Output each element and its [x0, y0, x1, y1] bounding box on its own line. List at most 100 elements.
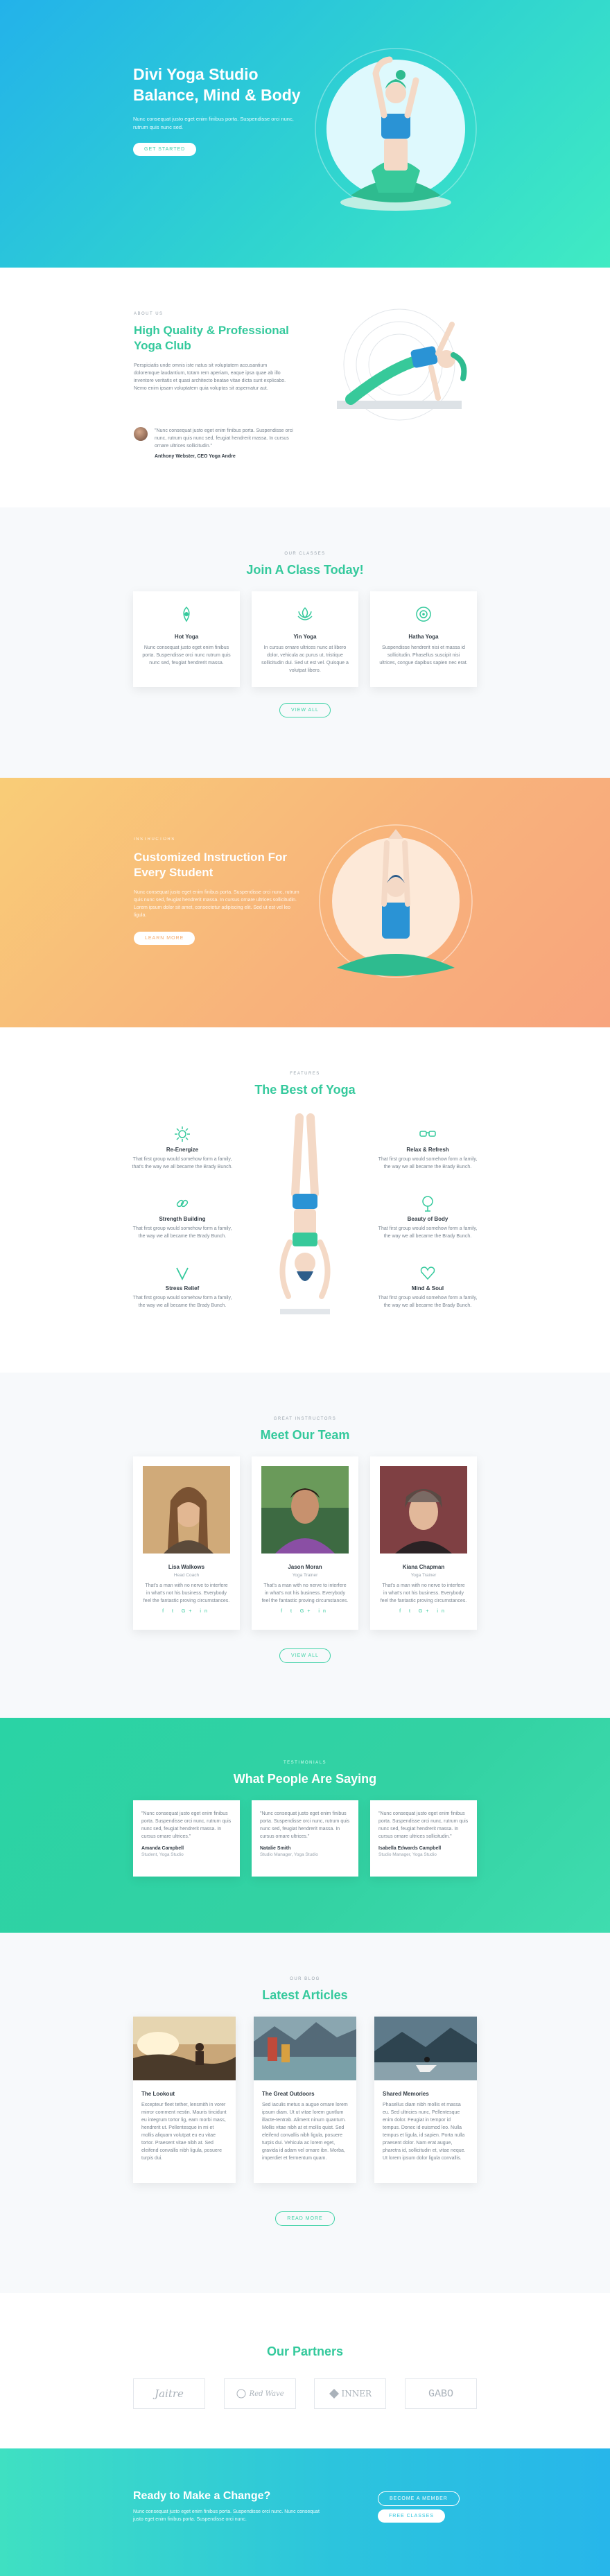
about-text: About Us High Quality & Professional Yog…	[134, 312, 293, 392]
testimonial-cards: "Nunc consequat justo eget enim finibus …	[133, 1800, 477, 1877]
class-card[interactable]: Hatha Yoga Suspendisse hendrerit nisi et…	[370, 591, 477, 687]
free-classes-button[interactable]: Free Classes	[378, 2509, 445, 2523]
team-title: Meet Our Team	[260, 1428, 350, 1442]
team-member-card[interactable]: Kiana Chapman Yoga Trainer That's a man …	[370, 1456, 477, 1630]
hand-lotus-icon	[183, 606, 190, 623]
social-icons[interactable]: f t G+ in	[380, 1609, 467, 1614]
feature-title: Strength Building	[159, 1216, 206, 1222]
cta-title: Ready to Make a Change?	[133, 2490, 271, 2502]
feature-text: That first group would somehow form a fa…	[132, 1157, 233, 1169]
get-started-button[interactable]: Get Started	[133, 143, 197, 156]
testimonial-text: "Nunc consequat justo eget enim finibus …	[141, 1811, 232, 1839]
testimonial-card: "Nunc consequat justo eget enim finibus …	[370, 1800, 477, 1877]
instruction-text: Instructors Customized Instruction For E…	[134, 837, 300, 945]
article-title: The Great Outdoors	[262, 2091, 315, 2097]
member-photo	[261, 1466, 349, 1554]
glasses-icon	[419, 1131, 436, 1137]
class-title: Yin Yoga	[293, 634, 317, 640]
article-title: Shared Memories	[383, 2091, 429, 2097]
read-more-button[interactable]: Read More	[275, 2211, 335, 2226]
social-icons[interactable]: f t G+ in	[143, 1609, 230, 1614]
features-eyebrow: Features	[290, 1072, 320, 1076]
partners-title: Our Partners	[266, 2344, 344, 2358]
class-title: Hatha Yoga	[408, 634, 439, 640]
team-member-card[interactable]: Jason Moran Yoga Trainer That's a man wi…	[252, 1456, 358, 1630]
quote-author: Anthony Webster, CEO Yoga Andre	[155, 454, 236, 459]
class-text: In cursus ornare ultrices nunc at libero…	[261, 645, 349, 673]
member-role: Yoga Trainer	[410, 1573, 437, 1578]
view-all-team-button[interactable]: View All	[279, 1648, 331, 1663]
sun-icon	[175, 1126, 190, 1142]
hero-title-line1: Divi Yoga Studio	[133, 65, 259, 83]
testimonial-card: "Nunc consequat justo eget enim finibus …	[133, 1800, 240, 1877]
lotus-pose-illustration	[319, 824, 473, 978]
article-image	[254, 2017, 356, 2080]
testimonials-title: What People Are Saying	[233, 1772, 377, 1786]
instruction-section: Instructors Customized Instruction For E…	[0, 778, 610, 1027]
side-plank-illustration	[337, 308, 467, 421]
member-bio: That's a man with no nerve to interfere …	[143, 1583, 230, 1603]
feature-text: That first group would somehow form a fa…	[378, 1226, 478, 1239]
about-title: High Quality & Professional Yoga Club	[134, 324, 289, 352]
member-role: Yoga Trainer	[292, 1573, 318, 1578]
class-text: Suspendisse hendrerit nisi et massa id s…	[379, 645, 468, 665]
instruction-eyebrow: Instructors	[134, 837, 175, 842]
learn-more-button[interactable]: Learn More	[134, 932, 195, 945]
member-name: Kiana Chapman	[402, 1564, 445, 1570]
om-circle-icon	[416, 607, 431, 622]
quote-text: "Nunc consequat justo eget enim finibus …	[155, 428, 293, 449]
member-bio: That's a man with no nerve to interfere …	[380, 1583, 467, 1603]
feature-item: Relax & Refresh That first group would s…	[376, 1126, 480, 1171]
article-card[interactable]: The Great Outdoors Sed iaculis metus a a…	[254, 2017, 356, 2183]
feature-text: That first group would somehow form a fa…	[132, 1296, 232, 1308]
hero-description: Nunc consequat justo eget enim finibus p…	[133, 116, 294, 130]
view-all-classes-button[interactable]: View All	[279, 703, 331, 717]
articles-title: Latest Articles	[262, 1988, 348, 2002]
member-name: Jason Moran	[288, 1564, 322, 1570]
member-photo	[143, 1466, 230, 1554]
social-icons[interactable]: f t G+ in	[261, 1609, 349, 1614]
article-card[interactable]: Shared Memories Phasellus diam nibh moll…	[374, 2017, 477, 2183]
partner-logos: Jaitre Red Wave INNER GABO	[133, 2378, 477, 2409]
team-eyebrow: Great Instructors	[273, 1417, 337, 1421]
features-section: Features The Best of Yoga Re-Energize Th…	[0, 1027, 610, 1373]
hero-text: Divi Yoga Studio Balance, Mind & Body Nu…	[133, 64, 306, 156]
feature-text: That first group would somehow form a fa…	[132, 1226, 232, 1239]
feature-item: Beauty of Body That first group would so…	[376, 1195, 480, 1240]
testimonial-role: Studio Manager, Yoga Studio	[378, 1852, 437, 1857]
feature-item: Stress Relief That first group would som…	[130, 1264, 234, 1309]
heart-icon	[420, 1267, 435, 1280]
member-role: Head Coach	[173, 1573, 200, 1578]
about-section: About Us High Quality & Professional Yog…	[0, 268, 610, 507]
headstand-illustration	[279, 1113, 331, 1314]
feature-title: Beauty of Body	[407, 1216, 448, 1222]
classes-eyebrow: Our Classes	[284, 552, 326, 556]
cta-section: Ready to Make a Change? Nunc consequat j…	[0, 2448, 610, 2576]
feature-title: Mind & Soul	[411, 1285, 444, 1291]
features-title: The Best of Yoga	[254, 1083, 356, 1097]
partner-logo: Red Wave	[223, 2378, 296, 2409]
instruction-title: Customized Instruction For Every Student	[134, 851, 287, 879]
class-card[interactable]: Hot Yoga Nunc consequat justo eget enim …	[133, 591, 240, 687]
class-text: Nunc consequat justo eget enim finibus p…	[142, 645, 231, 665]
article-excerpt: Sed iaculis metus a augue ornare lorem i…	[262, 2103, 348, 2161]
testimonial-name: Isabella Edwards Campbell	[378, 1846, 442, 1851]
tree-icon	[422, 1196, 433, 1212]
diamond-icon	[329, 2389, 339, 2399]
testimonial-text: "Nunc consequat justo eget enim finibus …	[378, 1811, 469, 1839]
member-bio: That's a man with no nerve to interfere …	[261, 1583, 349, 1603]
partner-logo: GABO	[404, 2378, 477, 2409]
classes-section: Our Classes Join A Class Today! Hot Yoga…	[0, 507, 610, 778]
lotus-flower-icon	[297, 607, 313, 620]
testimonial-name: Natalie Smith	[260, 1846, 291, 1851]
cta-description: Nunc consequat justo eget enim finibus p…	[133, 2509, 320, 2522]
feature-title: Stress Relief	[165, 1285, 200, 1291]
class-card[interactable]: Yin Yoga In cursus ornare ultrices nunc …	[252, 591, 358, 687]
instruction-description: Nunc consequat justo eget enim finibus p…	[134, 890, 299, 918]
article-card[interactable]: The Lookout Excepteur fleet tether, lens…	[133, 2017, 236, 2183]
team-member-card[interactable]: Lisa Walkows Head Coach That's a man wit…	[133, 1456, 240, 1630]
feature-title: Relax & Refresh	[406, 1147, 449, 1153]
testimonials-section: Testimonials What People Are Saying "Nun…	[0, 1718, 610, 1933]
become-member-button[interactable]: Become a Member	[378, 2491, 460, 2506]
articles-eyebrow: Our Blog	[290, 1977, 320, 1981]
